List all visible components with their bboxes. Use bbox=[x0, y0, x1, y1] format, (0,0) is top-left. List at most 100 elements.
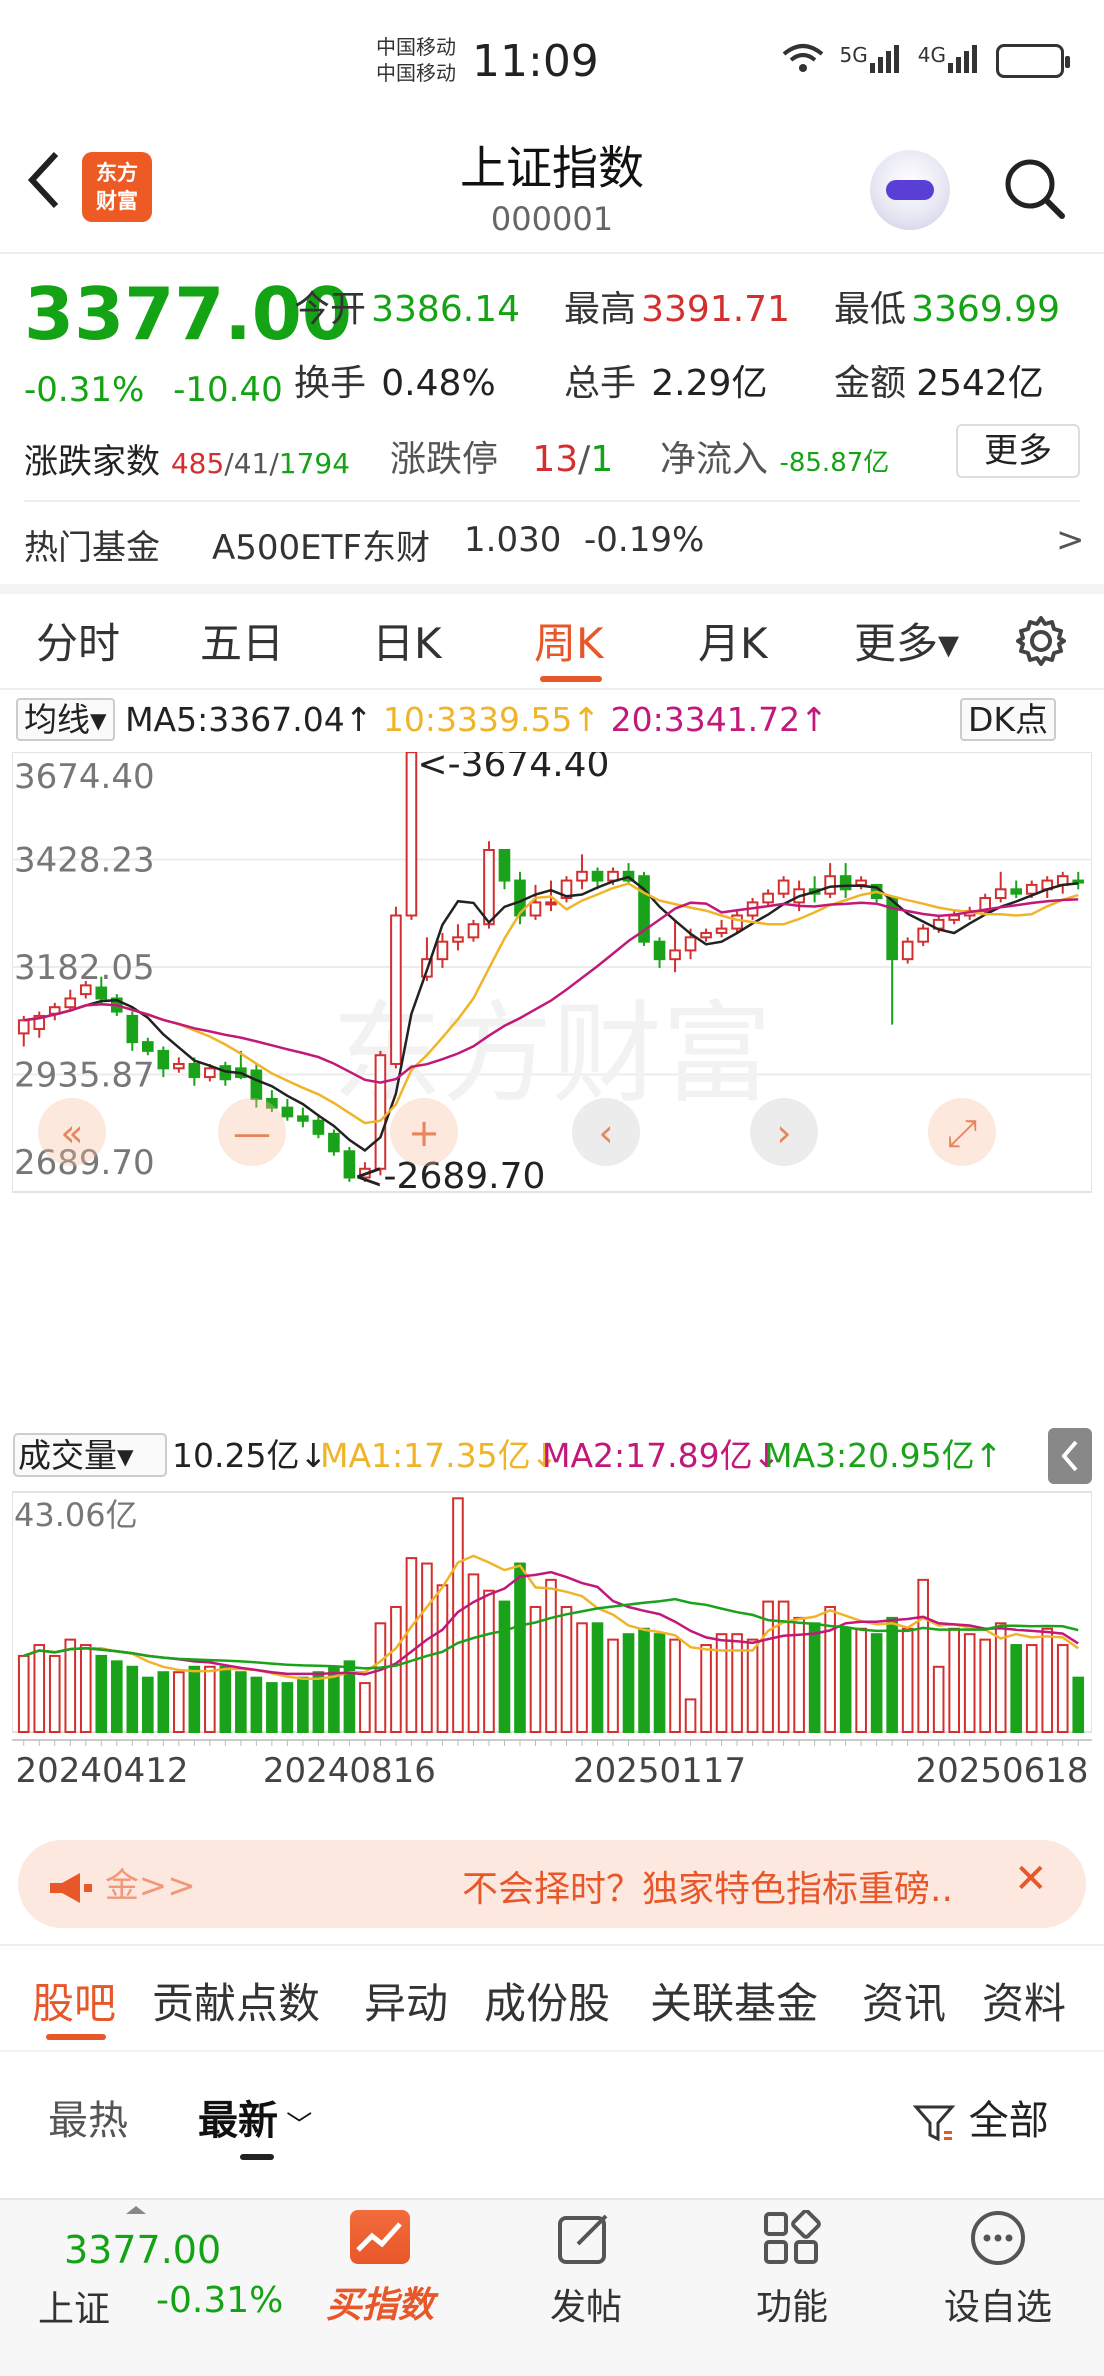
volume-bar bbox=[126, 1665, 139, 1734]
candle-body bbox=[452, 936, 464, 943]
tab-weekly-k[interactable]: 周K bbox=[534, 610, 604, 671]
volume-label: 总手 bbox=[564, 363, 637, 404]
scroll-left-fast-button-glyph: « bbox=[60, 1111, 83, 1155]
volume-bar bbox=[1072, 1676, 1085, 1734]
candle-body bbox=[1025, 883, 1038, 895]
volume-selector[interactable]: 成交量▾ bbox=[18, 1436, 134, 1475]
battery-icon bbox=[996, 44, 1070, 78]
nav-watch-label: 设自选 bbox=[943, 2287, 1052, 2328]
signal-5g-icon: 5G bbox=[840, 43, 904, 79]
candle-body bbox=[591, 870, 604, 882]
search-icon[interactable] bbox=[1002, 156, 1066, 220]
candle-body bbox=[1010, 888, 1023, 895]
zoom-in-button[interactable]: + bbox=[390, 1098, 458, 1166]
volume-bar bbox=[731, 1633, 743, 1733]
volume-bar bbox=[560, 1606, 573, 1733]
volume-bar bbox=[204, 1665, 216, 1734]
tabs-divider bbox=[0, 688, 1104, 690]
ma-selector[interactable]: 均线▾ bbox=[16, 698, 115, 741]
status-bar: 中国移动 中国移动 11:09 5G 4G bbox=[0, 0, 1104, 130]
candle-body bbox=[142, 1041, 154, 1052]
volume-bar bbox=[498, 1600, 511, 1733]
candle-body bbox=[545, 901, 557, 906]
kline-chart[interactable]: 东方财富 3674.403428.233182.052935.872689.70… bbox=[12, 752, 1092, 1812]
signal-4g-icon: 4G bbox=[918, 43, 982, 79]
candle-body bbox=[994, 888, 1007, 900]
chevron-right-icon[interactable]: > bbox=[1056, 520, 1085, 560]
zoom-out-button[interactable]: — bbox=[218, 1098, 286, 1166]
more-stats-button[interactable]: 更多 bbox=[956, 424, 1080, 478]
tab-guba[interactable]: 股吧 bbox=[32, 1970, 116, 2031]
chevron-down-icon: ﹀ bbox=[278, 2111, 313, 2141]
volume-bar bbox=[855, 1627, 867, 1733]
sort-hot[interactable]: 最热 bbox=[48, 2088, 128, 2146]
collapse-panel-button[interactable] bbox=[1048, 1428, 1092, 1484]
zoom-in-button-glyph: + bbox=[408, 1111, 440, 1155]
volume-bar bbox=[173, 1671, 185, 1734]
tab-profile[interactable]: 资料 bbox=[982, 1970, 1066, 2031]
period-tabs: 分时 五日 日K 周K 月K 更多▾ bbox=[0, 610, 1104, 674]
tab-movement[interactable]: 异动 bbox=[364, 1970, 448, 2031]
candle-body bbox=[436, 940, 449, 961]
gear-icon[interactable] bbox=[1014, 614, 1068, 678]
nav-add-watchlist[interactable]: 设自选 bbox=[918, 2210, 1078, 2330]
nav-functions[interactable]: 功能 bbox=[712, 2209, 872, 2330]
x-tick-label: 20250618 bbox=[915, 1751, 1088, 1791]
volume-bar bbox=[64, 1638, 77, 1733]
tab-related-funds[interactable]: 关联基金 bbox=[650, 1970, 818, 2031]
volume-bar bbox=[932, 1665, 945, 1734]
turnover-value: 0.48% bbox=[381, 363, 496, 404]
nav-buy-index[interactable]: 买指数 bbox=[300, 2210, 460, 2328]
open-value: 3386.14 bbox=[371, 289, 520, 330]
volume-bar bbox=[979, 1638, 992, 1733]
volume-bar bbox=[607, 1638, 619, 1733]
candle-body bbox=[483, 848, 495, 926]
nav-pct: -0.31% bbox=[156, 2280, 284, 2321]
ma5-value: MA5:3367.04↑ bbox=[125, 700, 373, 739]
sort-latest[interactable]: 最新 ﹀ bbox=[198, 2088, 312, 2146]
robot-assistant-icon[interactable] bbox=[870, 150, 950, 230]
scroll-left-fast-button[interactable]: « bbox=[38, 1098, 106, 1166]
tab-contribution[interactable]: 贡献点数 bbox=[152, 1970, 320, 2031]
hot-fund-name[interactable]: A500ETF东财 bbox=[212, 520, 430, 569]
change-pct: -0.31% bbox=[24, 370, 145, 410]
candle-body bbox=[901, 940, 914, 961]
tab-five-day[interactable]: 五日 bbox=[200, 610, 284, 671]
high-stat: 最高 3391.71 bbox=[564, 280, 790, 332]
tab-daily-k[interactable]: 日K bbox=[372, 610, 442, 671]
scroll-left-button[interactable]: ‹ bbox=[572, 1098, 640, 1166]
tab-minute[interactable]: 分时 bbox=[36, 610, 120, 671]
low-label: 最低 bbox=[834, 289, 907, 330]
min-annotation: <-2689.70 bbox=[353, 1156, 545, 1197]
high-label: 最高 bbox=[564, 289, 637, 330]
volume-bar bbox=[1025, 1644, 1038, 1734]
volume-bar bbox=[715, 1633, 728, 1733]
volume-bar bbox=[312, 1671, 325, 1734]
scroll-right-button[interactable]: › bbox=[750, 1098, 818, 1166]
nav-post[interactable]: 发帖 bbox=[506, 2210, 666, 2330]
tab-monthly-k[interactable]: 月K bbox=[698, 610, 768, 671]
x-tick-label: 20250117 bbox=[573, 1751, 746, 1791]
limit-stat: 涨跌停 13/1 bbox=[390, 439, 614, 480]
candle-body bbox=[948, 914, 960, 921]
nav-buy-label: 买指数 bbox=[325, 2285, 434, 2326]
limit-down: 1 bbox=[590, 439, 614, 480]
volume-bar bbox=[188, 1665, 201, 1734]
close-icon[interactable]: ✕ bbox=[1014, 1856, 1048, 1902]
edit-icon bbox=[556, 2210, 616, 2266]
dk-selector[interactable]: DK点 bbox=[960, 698, 1057, 741]
filter-button[interactable]: 全部 bbox=[912, 2088, 1049, 2146]
volume-bar bbox=[808, 1622, 821, 1734]
tab-more[interactable]: 更多▾ bbox=[854, 610, 959, 671]
candle-body bbox=[95, 986, 108, 1000]
tab-constituents[interactable]: 成份股 bbox=[484, 1970, 610, 2031]
nav-price[interactable]: 3377.00 bbox=[64, 2228, 221, 2272]
volume-bar bbox=[576, 1622, 588, 1734]
volume-bar bbox=[297, 1676, 309, 1734]
fullscreen-button[interactable]: ⤢ bbox=[928, 1098, 996, 1166]
tab-news[interactable]: 资讯 bbox=[862, 1970, 946, 2031]
candle-body bbox=[700, 931, 712, 939]
y-tick-label: 3428.23 bbox=[14, 840, 155, 880]
promo-text[interactable]: 不会择时？独家特色指标重磅.. bbox=[462, 1860, 953, 1912]
dk-selector-wrap: DK点 bbox=[960, 698, 1057, 742]
